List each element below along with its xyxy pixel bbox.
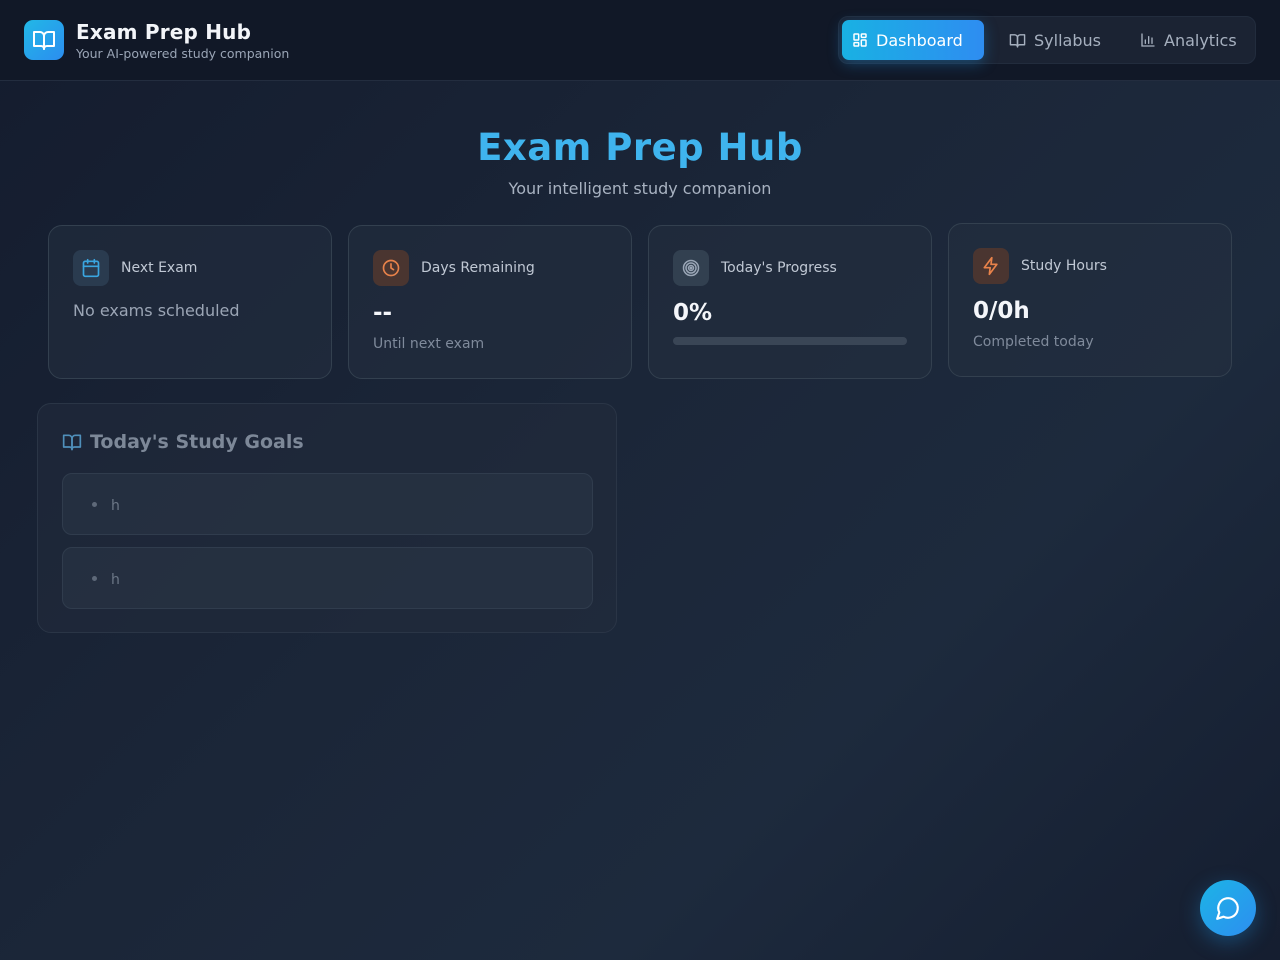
app-subtitle: Your AI-powered study companion bbox=[76, 46, 290, 61]
study-goals-panel: Today's Study Goals h h bbox=[37, 403, 617, 633]
bullet-icon bbox=[92, 502, 97, 507]
days-remaining-value: -- bbox=[373, 300, 393, 326]
next-exam-empty-text: No exams scheduled bbox=[73, 301, 240, 320]
tab-dashboard[interactable]: Dashboard bbox=[842, 20, 984, 60]
study-hours-card: Study Hours 0/0h Completed today bbox=[948, 223, 1232, 377]
book-icon bbox=[62, 434, 82, 451]
days-remaining-label: Days Remaining bbox=[421, 260, 535, 276]
target-icon bbox=[682, 259, 700, 277]
next-exam-card: Next Exam No exams scheduled bbox=[48, 225, 332, 379]
next-exam-icon-box bbox=[73, 250, 109, 286]
open-book-icon bbox=[33, 31, 55, 50]
tab-dashboard-label: Dashboard bbox=[876, 30, 963, 50]
todays-progress-value: 0% bbox=[673, 300, 713, 326]
study-hours-icon-box bbox=[973, 248, 1009, 284]
tab-analytics-label: Analytics bbox=[1164, 30, 1237, 50]
tab-syllabus[interactable]: Syllabus bbox=[999, 20, 1109, 60]
list-item[interactable]: h bbox=[62, 547, 593, 609]
todays-progress-label: Today's Progress bbox=[721, 260, 837, 276]
chat-button[interactable] bbox=[1200, 880, 1256, 936]
study-hours-caption: Completed today bbox=[973, 334, 1094, 350]
chat-bubble-icon bbox=[1216, 897, 1239, 920]
days-remaining-caption: Until next exam bbox=[373, 336, 485, 352]
clock-icon bbox=[382, 259, 400, 277]
bar-chart-icon bbox=[1141, 33, 1155, 47]
study-hours-label: Study Hours bbox=[1021, 258, 1107, 274]
todays-progress-icon-box bbox=[673, 250, 709, 286]
tab-syllabus-label: Syllabus bbox=[1034, 30, 1101, 50]
app-logo[interactable] bbox=[24, 20, 64, 60]
todays-progress-card: Today's Progress 0% bbox=[648, 225, 932, 379]
tab-analytics[interactable]: Analytics bbox=[1130, 20, 1252, 60]
todays-progress-bar bbox=[673, 337, 907, 345]
main-nav: Dashboard Syllabus Analytics bbox=[838, 16, 1256, 64]
goal-text: h bbox=[111, 498, 120, 514]
study-goals-title: Today's Study Goals bbox=[90, 431, 304, 453]
list-item[interactable]: h bbox=[62, 473, 593, 535]
app-header: Exam Prep Hub Your AI-powered study comp… bbox=[0, 0, 1280, 81]
page-subtitle: Your intelligent study companion bbox=[508, 179, 772, 198]
next-exam-label: Next Exam bbox=[121, 260, 198, 276]
bullet-icon bbox=[92, 576, 97, 581]
days-remaining-card: Days Remaining -- Until next exam bbox=[348, 225, 632, 379]
book-icon bbox=[1009, 33, 1026, 48]
lightning-icon bbox=[983, 256, 998, 276]
goal-text: h bbox=[111, 572, 120, 588]
app-title: Exam Prep Hub bbox=[76, 20, 252, 44]
grid-icon bbox=[853, 33, 867, 47]
page-title: Exam Prep Hub bbox=[477, 126, 803, 169]
study-goals-heading: Today's Study Goals bbox=[62, 431, 304, 453]
study-hours-value: 0/0h bbox=[973, 298, 1030, 324]
days-remaining-icon-box bbox=[373, 250, 409, 286]
calendar-icon bbox=[82, 258, 100, 278]
